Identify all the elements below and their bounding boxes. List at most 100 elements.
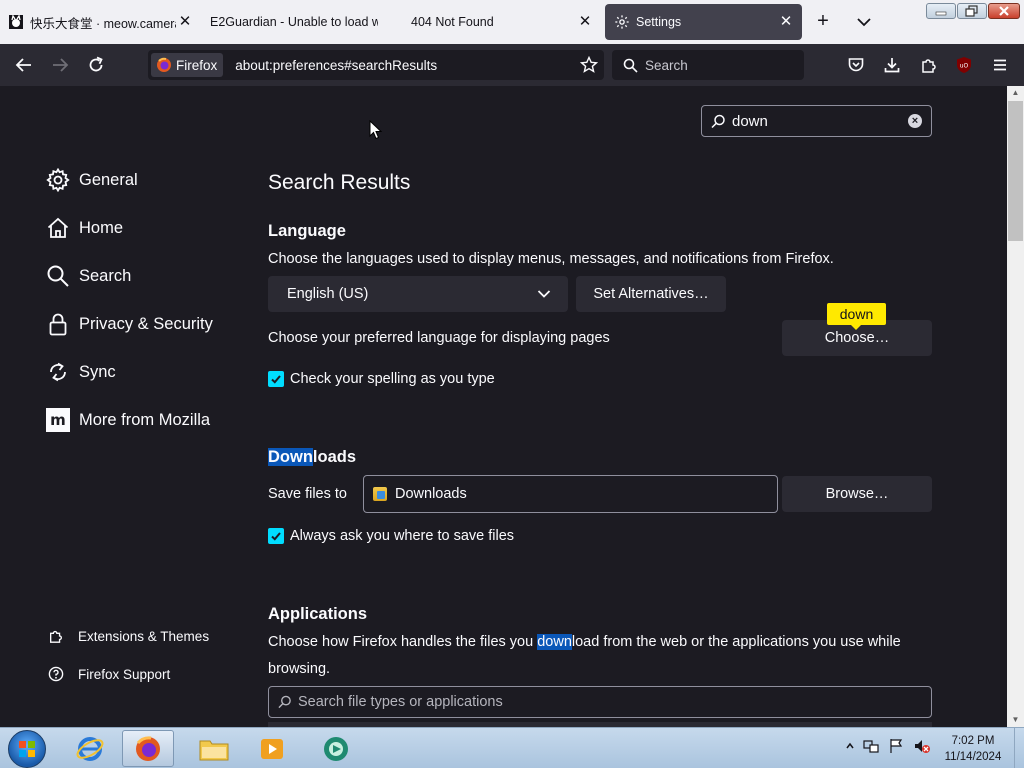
tab-title: E2Guardian - Unable to load web bbox=[210, 15, 378, 29]
scroll-down-icon[interactable]: ▼ bbox=[1007, 713, 1024, 727]
close-tab-icon[interactable]: ✕ bbox=[576, 13, 594, 31]
category-label: Privacy & Security bbox=[79, 314, 213, 333]
reload-button[interactable] bbox=[85, 54, 107, 76]
hamburger-menu-icon bbox=[994, 59, 1006, 71]
app-taskbar-button[interactable] bbox=[310, 730, 362, 767]
reload-icon bbox=[89, 56, 103, 72]
file-explorer-taskbar-button[interactable] bbox=[188, 730, 240, 767]
mouse-cursor-icon bbox=[369, 120, 383, 140]
restore-icon bbox=[965, 5, 978, 17]
extensions-themes-link[interactable]: Extensions & Themes bbox=[45, 625, 209, 647]
search-icon bbox=[711, 114, 725, 128]
applications-search-field[interactable]: Search file types or applications bbox=[268, 686, 932, 718]
extensions-button[interactable] bbox=[918, 54, 940, 76]
footer-link-label: Extensions & Themes bbox=[78, 628, 210, 644]
windows-taskbar: 7:02 PM 11/14/2024 bbox=[0, 727, 1024, 768]
applications-heading: Applications bbox=[268, 605, 368, 623]
language-heading: Language bbox=[268, 222, 346, 240]
search-match-tooltip: down bbox=[827, 303, 886, 330]
browse-button[interactable]: Browse… bbox=[782, 476, 932, 512]
firefox-logo-icon bbox=[157, 57, 171, 72]
start-button[interactable] bbox=[8, 730, 46, 768]
sync-icon bbox=[45, 359, 71, 385]
category-more-from-mozilla[interactable]: m More from Mozilla bbox=[45, 407, 210, 433]
identity-box[interactable]: Firefox bbox=[151, 53, 224, 77]
always-ask-checkbox[interactable]: Always ask you where to save files bbox=[268, 528, 514, 544]
scroll-up-icon[interactable]: ▲ bbox=[1007, 86, 1024, 100]
vertical-scrollbar[interactable]: ▲ ▼ bbox=[1007, 86, 1024, 727]
show-desktop-button[interactable] bbox=[1014, 728, 1024, 768]
preferences-search-field[interactable]: down × bbox=[701, 105, 932, 137]
navigation-toolbar: Firefox about:preferences#searchResults … bbox=[0, 44, 1024, 86]
media-player-icon bbox=[261, 738, 283, 759]
taskbar-clock[interactable]: 7:02 PM 11/14/2024 bbox=[938, 733, 1008, 765]
volume-muted-icon[interactable] bbox=[913, 738, 931, 754]
show-hidden-icons-icon[interactable] bbox=[846, 742, 854, 750]
download-folder-field[interactable]: Downloads bbox=[363, 475, 778, 513]
category-sync[interactable]: Sync bbox=[45, 359, 116, 385]
search-icon bbox=[45, 263, 71, 289]
search-highlight: down bbox=[537, 634, 572, 650]
back-button[interactable] bbox=[13, 54, 35, 76]
save-files-label: Save files to bbox=[268, 486, 347, 502]
search-results-heading: Search Results bbox=[268, 171, 411, 194]
action-center-flag-icon[interactable] bbox=[888, 738, 904, 754]
address-bar[interactable]: Firefox about:preferences#searchResults bbox=[148, 50, 604, 80]
new-tab-button[interactable]: + bbox=[812, 11, 834, 33]
search-icon bbox=[278, 695, 291, 709]
category-label: Home bbox=[79, 218, 124, 237]
network-icon[interactable] bbox=[863, 738, 879, 754]
tab-settings[interactable]: Settings ✕ bbox=[605, 4, 802, 40]
close-window-button[interactable] bbox=[988, 3, 1020, 19]
list-all-tabs-button[interactable] bbox=[853, 11, 875, 33]
gear-icon bbox=[45, 167, 71, 193]
svg-text:m: m bbox=[50, 411, 66, 429]
folder-icon bbox=[199, 740, 229, 760]
folder-icon bbox=[373, 487, 387, 501]
tab-meow-camera[interactable]: 快乐大食堂 · meow.camera ✕ bbox=[8, 4, 192, 40]
ublock-shield-icon: uO bbox=[957, 57, 971, 73]
restore-button[interactable] bbox=[957, 3, 987, 19]
bookmark-star-icon[interactable] bbox=[579, 55, 599, 79]
category-label: Search bbox=[79, 266, 132, 285]
tab-404[interactable]: 404 Not Found ✕ bbox=[411, 4, 597, 40]
set-alternatives-button[interactable]: Set Alternatives… bbox=[576, 276, 726, 312]
lock-icon bbox=[45, 311, 71, 337]
category-home[interactable]: Home bbox=[45, 215, 123, 241]
language-select[interactable]: English (US) bbox=[268, 276, 568, 312]
category-label: Sync bbox=[79, 362, 116, 381]
applications-description-line2: browsing. bbox=[268, 661, 331, 677]
clock-time: 7:02 PM bbox=[951, 735, 995, 747]
media-player-taskbar-button[interactable] bbox=[246, 730, 298, 767]
firefox-taskbar-button[interactable] bbox=[122, 730, 174, 767]
applications-desc-start: Choose how Firefox handles the files you bbox=[268, 634, 538, 650]
category-search[interactable]: Search bbox=[45, 263, 131, 289]
scrollbar-thumb[interactable] bbox=[1008, 101, 1023, 241]
firefox-support-link[interactable]: Firefox Support bbox=[45, 663, 170, 685]
footer-link-label: Firefox Support bbox=[78, 666, 171, 682]
category-privacy-security[interactable]: Privacy & Security bbox=[45, 311, 213, 337]
ublock-origin-button[interactable]: uO bbox=[953, 54, 975, 76]
downloads-heading: Downloads bbox=[268, 448, 356, 467]
app-icon bbox=[324, 736, 348, 761]
forward-button[interactable] bbox=[49, 54, 71, 76]
minimize-button[interactable] bbox=[926, 3, 956, 19]
downloads-button[interactable] bbox=[881, 54, 903, 76]
applications-description: Choose how Firefox handles the files you… bbox=[268, 634, 901, 650]
category-label: More from Mozilla bbox=[79, 410, 211, 429]
close-tab-icon[interactable]: ✕ bbox=[176, 13, 194, 31]
tab-e2guardian[interactable]: E2Guardian - Unable to load web bbox=[210, 4, 396, 40]
category-general[interactable]: General bbox=[45, 167, 138, 193]
app-menu-button[interactable] bbox=[989, 54, 1011, 76]
search-icon bbox=[623, 58, 638, 73]
download-folder-name: Downloads bbox=[395, 486, 467, 502]
close-tab-icon[interactable]: ✕ bbox=[777, 13, 795, 31]
spell-check-checkbox[interactable]: Check your spelling as you type bbox=[268, 371, 495, 387]
tab-strip: 快乐大食堂 · meow.camera ✕ E2Guardian - Unabl… bbox=[0, 0, 1024, 44]
home-icon bbox=[45, 215, 71, 241]
clear-search-icon[interactable]: × bbox=[908, 114, 922, 128]
internet-explorer-taskbar-button[interactable] bbox=[64, 730, 116, 767]
svg-text:uO: uO bbox=[960, 63, 969, 70]
web-search-bar[interactable]: Search bbox=[612, 50, 804, 80]
pocket-button[interactable] bbox=[845, 54, 867, 76]
